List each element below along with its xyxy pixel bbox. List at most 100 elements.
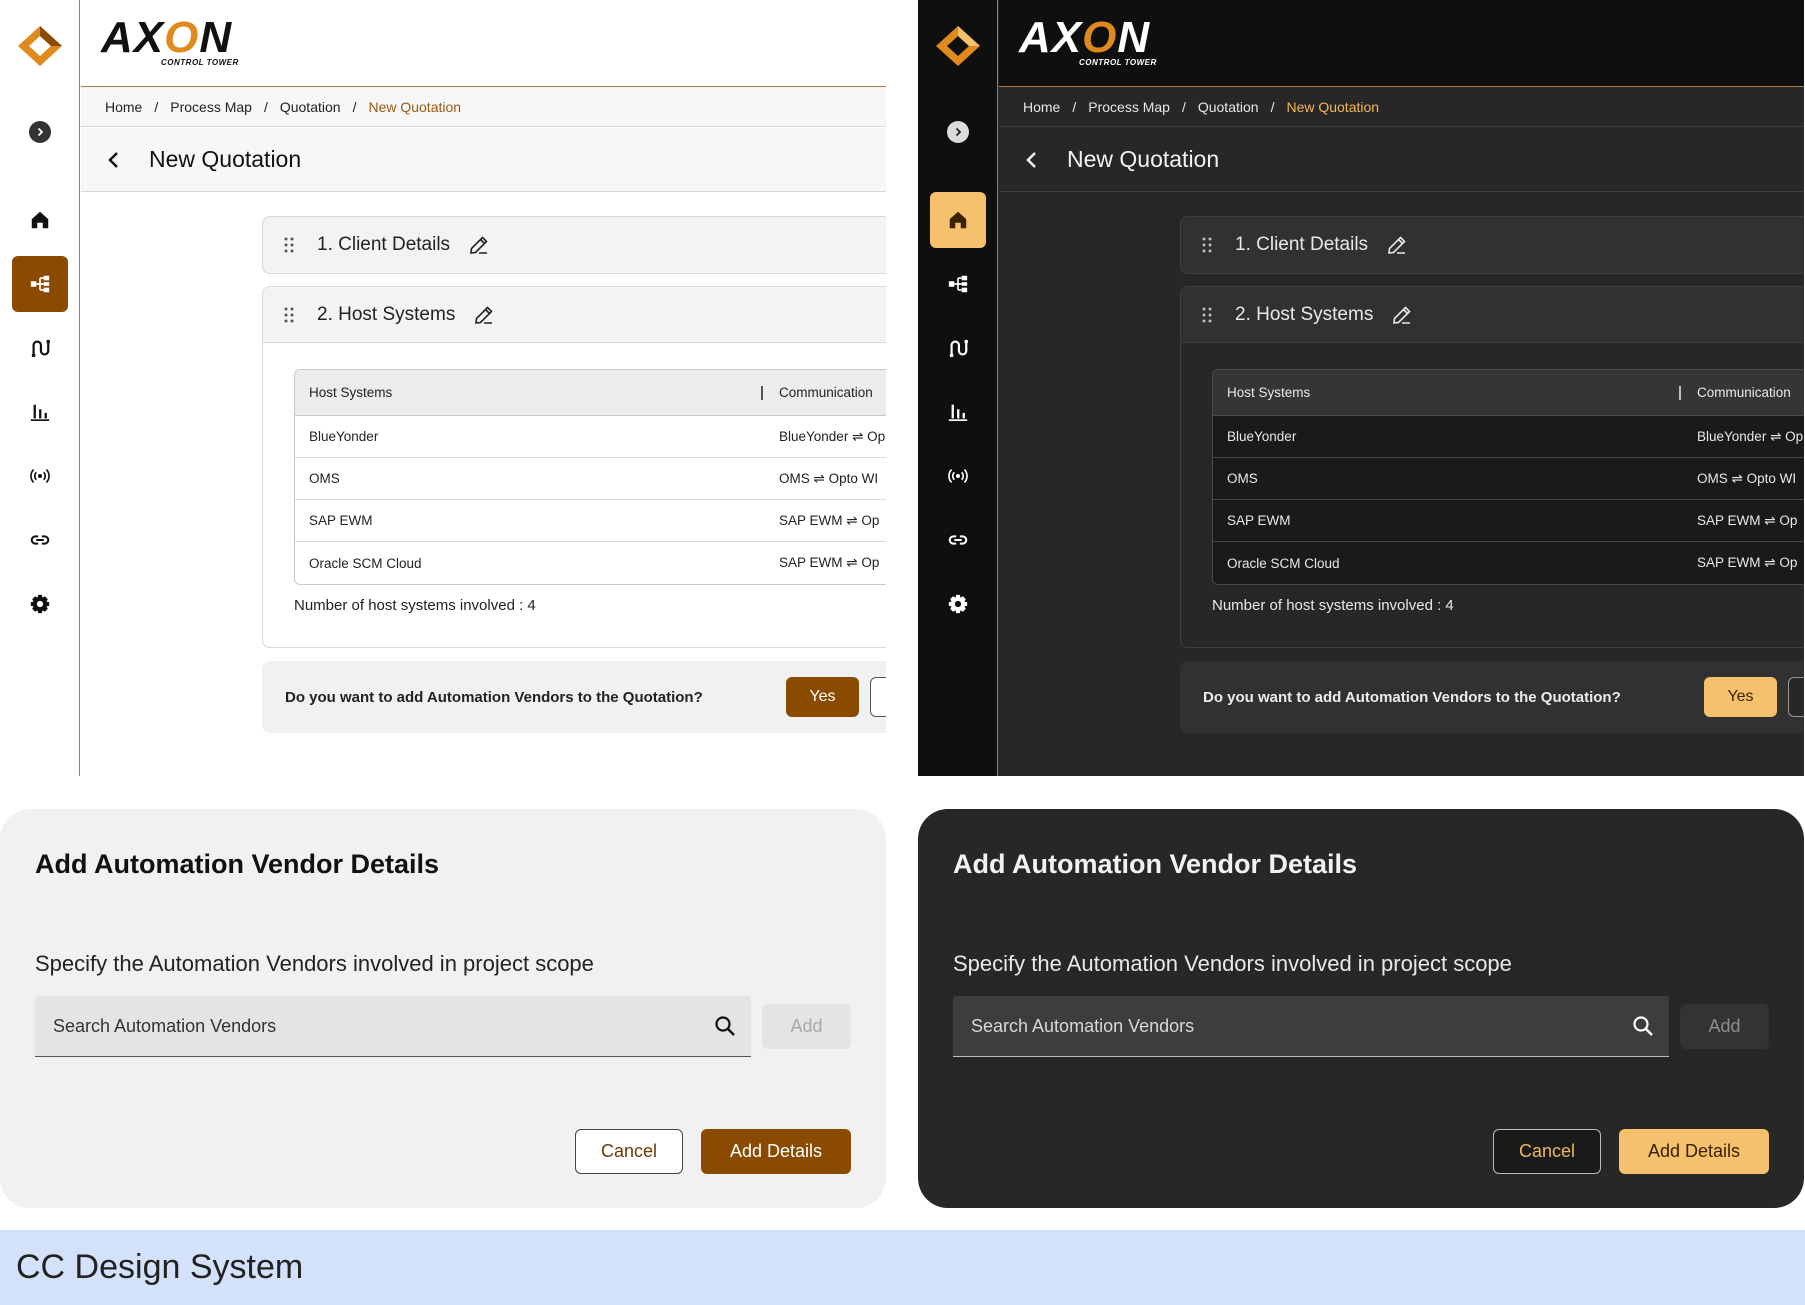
- cell-communication: OMS ⇌ Opto WI: [779, 470, 879, 486]
- search-placeholder: Search Automation Vendors: [53, 1015, 277, 1036]
- sidebar-collapse-button[interactable]: [947, 121, 969, 143]
- search-icon[interactable]: [713, 1014, 737, 1038]
- breadcrumb-home[interactable]: Home: [1023, 99, 1060, 115]
- host-systems-header[interactable]: 2. Host Systems: [263, 287, 886, 343]
- search-icon[interactable]: [1631, 1014, 1655, 1038]
- column-header-host-systems[interactable]: Host Systems: [1227, 385, 1310, 400]
- sidebar-item-analytics[interactable]: [12, 384, 68, 440]
- column-header-communication[interactable]: Communication: [779, 385, 873, 400]
- edit-pencil-icon[interactable]: [468, 234, 490, 256]
- home-icon: [31, 211, 49, 229]
- column-resize-handle[interactable]: [761, 386, 763, 400]
- drag-handle-icon[interactable]: [283, 236, 295, 254]
- sidebar-item-home[interactable]: [12, 192, 68, 248]
- column-header-communication[interactable]: Communication: [1697, 385, 1791, 400]
- yes-button[interactable]: Yes: [1704, 677, 1777, 717]
- page-header: New Quotation: [81, 128, 886, 192]
- add-details-button[interactable]: Add Details: [1619, 1129, 1769, 1174]
- quotation-content: 1. Client Details 2. Host Systems Host S…: [81, 192, 886, 776]
- brand-logo: AXON CONTROL TOWER: [1019, 14, 1156, 68]
- breadcrumb-quotation[interactable]: Quotation: [280, 99, 341, 115]
- design-system-footer: CC Design System: [0, 1230, 1805, 1305]
- sidebar-item-routes[interactable]: [930, 320, 986, 376]
- drag-handle-icon[interactable]: [1201, 236, 1213, 254]
- quotation-content: 1. Client Details 2. Host Systems Host S…: [999, 192, 1804, 776]
- host-systems-title: 2. Host Systems: [317, 303, 456, 325]
- drag-handle-icon[interactable]: [283, 306, 295, 324]
- modal-title: Add Automation Vendor Details: [35, 849, 440, 879]
- footer-title: CC Design System: [16, 1248, 304, 1286]
- vendor-search-input[interactable]: Search Automation Vendors: [953, 996, 1669, 1057]
- gear-icon: [30, 594, 50, 614]
- host-systems-section: 2. Host Systems Host Systems Communicati…: [1180, 286, 1804, 648]
- sidebar-item-analytics[interactable]: [930, 384, 986, 440]
- cell-communication: SAP EWM ⇌ Op: [1697, 512, 1798, 528]
- breadcrumb-process-map[interactable]: Process Map: [170, 99, 252, 115]
- host-systems-header[interactable]: 2. Host Systems: [1181, 287, 1804, 343]
- sidebar-collapse-button[interactable]: [29, 121, 51, 143]
- add-details-button[interactable]: Add Details: [701, 1129, 851, 1174]
- gear-icon: [948, 594, 968, 614]
- column-header-host-systems[interactable]: Host Systems: [309, 385, 392, 400]
- sidebar: [0, 0, 80, 776]
- sidebar-item-process-map[interactable]: [12, 256, 68, 312]
- design-canvas: AXON CONTROL TOWER Home / Process Map / …: [0, 0, 1805, 1305]
- sidebar-item-settings[interactable]: [12, 576, 68, 632]
- vendor-search-input[interactable]: Search Automation Vendors: [35, 996, 751, 1057]
- cell-host: SAP EWM: [1227, 513, 1291, 528]
- host-count-label: Number of host systems involved : 4: [294, 597, 536, 614]
- cancel-button[interactable]: Cancel: [575, 1129, 683, 1174]
- top-bar: AXON CONTROL TOWER: [81, 0, 886, 87]
- page-header: New Quotation: [999, 128, 1804, 192]
- cell-communication: SAP EWM ⇌ Op: [779, 512, 880, 528]
- edit-pencil-icon[interactable]: [1391, 304, 1413, 326]
- breadcrumb-home[interactable]: Home: [105, 99, 142, 115]
- back-arrow-icon[interactable]: [1021, 149, 1043, 171]
- axon-logo-icon: [936, 26, 980, 66]
- back-arrow-icon[interactable]: [103, 149, 125, 171]
- brand-logo: AXON CONTROL TOWER: [101, 14, 238, 68]
- client-details-section[interactable]: 1. Client Details: [1180, 216, 1804, 274]
- table-row[interactable]: Oracle SCM Cloud SAP EWM ⇌ Op: [295, 542, 886, 584]
- breadcrumb-process-map[interactable]: Process Map: [1088, 99, 1170, 115]
- breadcrumb: Home / Process Map / Quotation / New Quo…: [999, 87, 1804, 127]
- table-row[interactable]: OMS OMS ⇌ Opto WI: [1213, 458, 1804, 500]
- no-button[interactable]: [870, 677, 886, 717]
- sidebar-item-home[interactable]: [930, 192, 986, 248]
- sidebar-item-routes[interactable]: [12, 320, 68, 376]
- cell-communication: SAP EWM ⇌ Op: [779, 555, 880, 570]
- cancel-button[interactable]: Cancel: [1493, 1129, 1601, 1174]
- sidebar-item-integrations[interactable]: [930, 512, 986, 568]
- breadcrumb-quotation[interactable]: Quotation: [1198, 99, 1259, 115]
- table-row[interactable]: SAP EWM SAP EWM ⇌ Op: [1213, 500, 1804, 542]
- table-row[interactable]: SAP EWM SAP EWM ⇌ Op: [295, 500, 886, 542]
- host-count-label: Number of host systems involved : 4: [1212, 597, 1454, 614]
- bar-chart-icon: [30, 404, 50, 421]
- host-systems-table: Host Systems Communication BlueYonder Bl…: [294, 369, 886, 585]
- table-row[interactable]: BlueYonder BlueYonder ⇌ Op: [295, 416, 886, 458]
- broadcast-icon: [30, 469, 50, 483]
- process-map-icon: [948, 275, 968, 293]
- sidebar-item-signals[interactable]: [12, 448, 68, 504]
- table-row[interactable]: Oracle SCM Cloud SAP EWM ⇌ Op: [1213, 542, 1804, 584]
- column-resize-handle[interactable]: [1679, 386, 1681, 400]
- cell-communication: OMS ⇌ Opto WI: [1697, 470, 1797, 486]
- edit-pencil-icon[interactable]: [1386, 234, 1408, 256]
- table-row[interactable]: OMS OMS ⇌ Opto WI: [295, 458, 886, 500]
- add-vendor-button[interactable]: Add: [762, 1004, 851, 1049]
- no-button[interactable]: [1788, 677, 1804, 717]
- search-placeholder: Search Automation Vendors: [971, 1015, 1195, 1036]
- edit-pencil-icon[interactable]: [473, 304, 495, 326]
- sidebar-item-process-map[interactable]: [930, 256, 986, 312]
- sidebar-item-settings[interactable]: [930, 576, 986, 632]
- host-systems-title: 2. Host Systems: [1235, 303, 1374, 325]
- breadcrumb-separator: /: [1072, 98, 1077, 115]
- chevron-right-icon: [37, 127, 44, 137]
- drag-handle-icon[interactable]: [1201, 306, 1213, 324]
- add-vendor-button[interactable]: Add: [1680, 1004, 1769, 1049]
- sidebar-item-integrations[interactable]: [12, 512, 68, 568]
- yes-button[interactable]: Yes: [786, 677, 859, 717]
- sidebar-item-signals[interactable]: [930, 448, 986, 504]
- client-details-section[interactable]: 1. Client Details: [262, 216, 886, 274]
- table-row[interactable]: BlueYonder BlueYonder ⇌ Op: [1213, 416, 1804, 458]
